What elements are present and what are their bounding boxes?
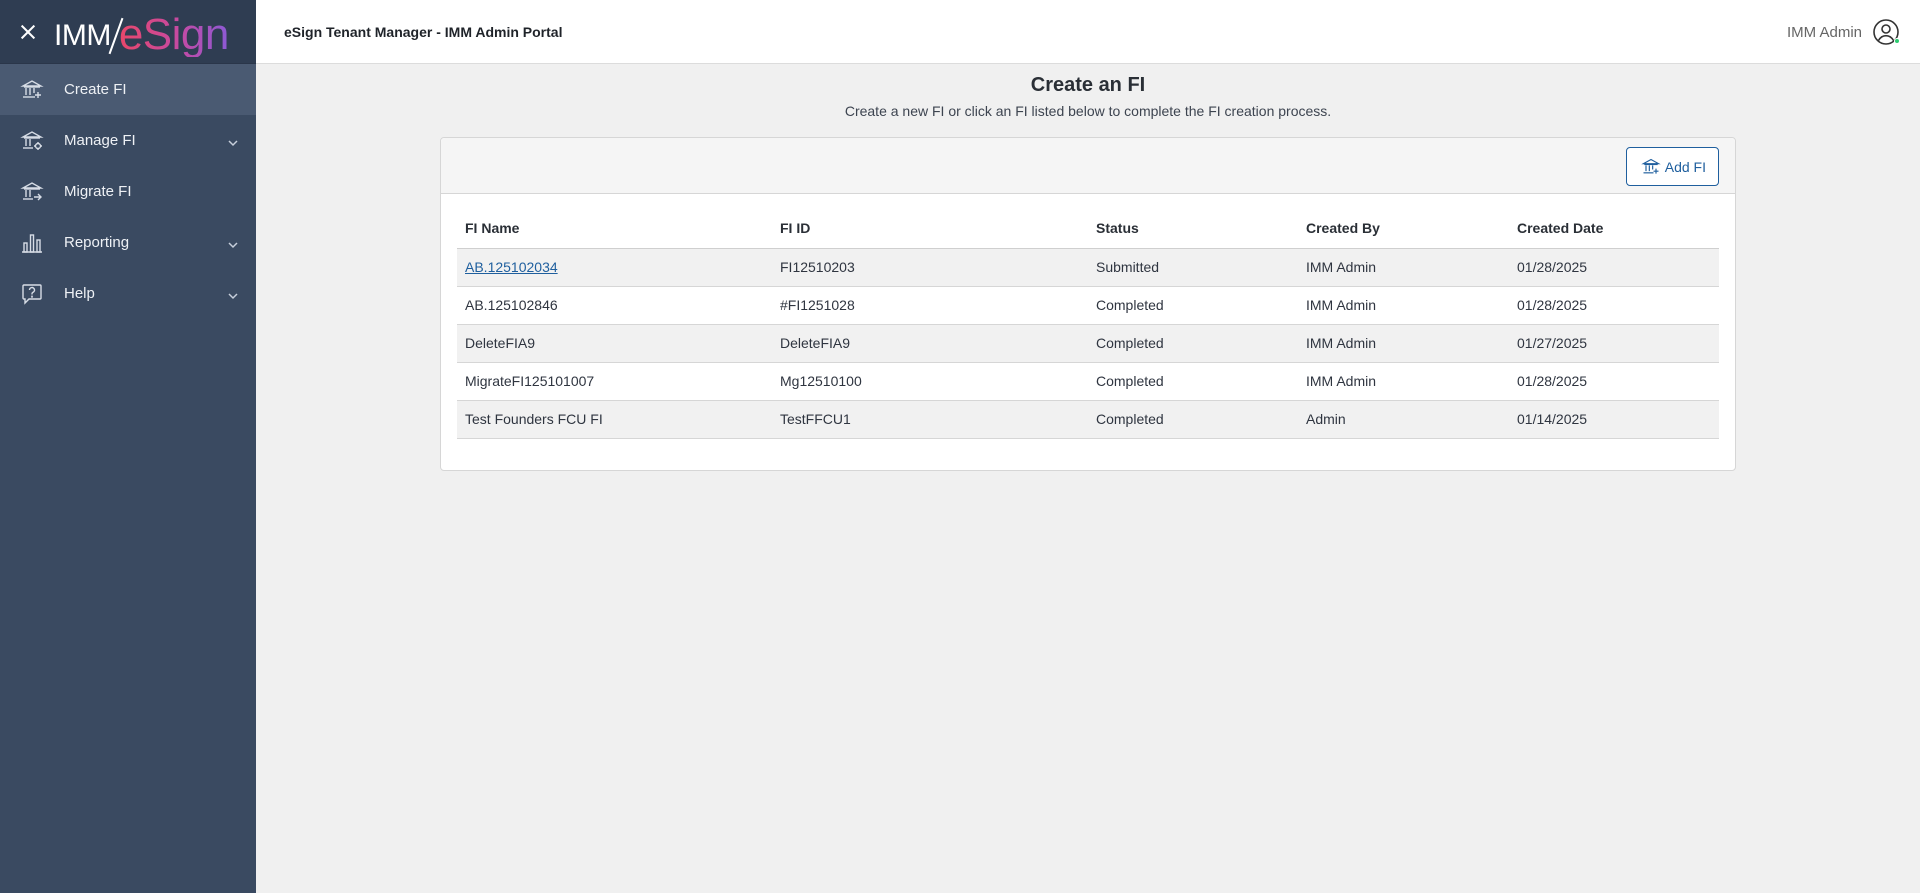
card-toolbar: Add FI — [441, 138, 1735, 194]
cell-fi-name: AB.125102846 — [457, 286, 772, 325]
bar-chart-icon — [20, 231, 44, 255]
cell-created-date: 01/28/2025 — [1509, 362, 1719, 401]
column-header-created-date[interactable]: Created Date — [1509, 209, 1719, 249]
cell-fi-id: FI12510203 — [772, 248, 1088, 287]
cell-fi-name: AB.125102034 — [457, 248, 772, 287]
sidebar-item-label: Migrate FI — [64, 183, 132, 200]
add-fi-label: Add FI — [1664, 158, 1706, 175]
column-header-fi-id[interactable]: FI ID — [772, 209, 1088, 249]
logo-imm-text: IMM — [54, 18, 111, 52]
bank-add-icon — [1640, 158, 1661, 174]
column-header-status[interactable]: Status — [1088, 209, 1298, 249]
cell-status: Submitted — [1088, 248, 1298, 287]
top-header: eSign Tenant Manager - IMM Admin Portal … — [256, 0, 1920, 64]
user-avatar-icon[interactable] — [1872, 18, 1900, 46]
sidebar-item-migrate-fi[interactable]: Migrate FI — [0, 166, 256, 217]
user-menu[interactable]: IMM Admin — [1787, 18, 1900, 46]
cell-fi-id: #FI1251028 — [772, 286, 1088, 325]
fi-table: FI Name FI ID Status Created By Created … — [457, 209, 1719, 439]
cell-status: Completed — [1088, 324, 1298, 363]
user-name: IMM Admin — [1786, 23, 1862, 41]
fi-name-link[interactable]: AB.125102034 — [465, 259, 558, 275]
cell-status: Completed — [1088, 400, 1298, 439]
help-bubble-icon — [20, 282, 44, 306]
sidebar: IMM eSign Create FI Manage FI Migrate FI… — [0, 0, 256, 893]
bank-settings-icon — [20, 129, 44, 153]
cell-created-by: IMM Admin — [1298, 324, 1509, 363]
bank-migrate-icon — [20, 180, 44, 204]
imm-esign-logo: IMM eSign — [54, 12, 229, 56]
chevron-down-icon[interactable] — [228, 135, 238, 147]
sidebar-item-label: Reporting — [64, 234, 130, 251]
logo-esign-text: eSign — [118, 9, 230, 59]
cell-created-date: 01/28/2025 — [1509, 286, 1719, 325]
cell-fi-name: DeleteFIA9 — [457, 324, 772, 363]
column-header-fi-name[interactable]: FI Name — [457, 209, 772, 249]
cell-created-by: IMM Admin — [1298, 362, 1509, 401]
chevron-down-icon[interactable] — [228, 237, 238, 249]
cell-created-by: IMM Admin — [1298, 286, 1509, 325]
table-row[interactable]: AB.125102846 #FI1251028 Completed IMM Ad… — [457, 286, 1719, 325]
sidebar-brand: IMM eSign — [0, 0, 256, 64]
cell-created-by: Admin — [1298, 400, 1509, 439]
cell-created-date: 01/27/2025 — [1509, 324, 1719, 363]
close-icon[interactable] — [20, 24, 36, 40]
chevron-down-icon[interactable] — [228, 288, 238, 300]
table-row[interactable]: AB.125102034 FI12510203 Submitted IMM Ad… — [457, 248, 1719, 287]
cell-status: Completed — [1088, 362, 1298, 401]
sidebar-item-label: Help — [64, 285, 95, 302]
add-fi-button[interactable]: Add FI — [1625, 147, 1719, 186]
cell-fi-id: Mg12510100 — [772, 362, 1088, 401]
cell-fi-id: DeleteFIA9 — [772, 324, 1088, 363]
bank-add-icon — [20, 78, 44, 102]
sidebar-item-label: Manage FI — [64, 132, 136, 149]
page-subtitle: Create a new FI or click an FI listed be… — [844, 103, 1332, 119]
sidebar-item-help[interactable]: Help — [0, 268, 256, 319]
table-row[interactable]: Test Founders FCU FI TestFFCU1 Completed… — [457, 400, 1719, 439]
page-title: Create an FI — [1030, 74, 1146, 96]
cell-fi-name: MigrateFI125101007 — [457, 362, 772, 401]
table-row[interactable]: DeleteFIA9 DeleteFIA9 Completed IMM Admi… — [457, 324, 1719, 363]
app-title: eSign Tenant Manager - IMM Admin Portal — [284, 23, 563, 40]
sidebar-item-label: Create FI — [64, 81, 127, 98]
cell-fi-id: TestFFCU1 — [772, 400, 1088, 439]
cell-status: Completed — [1088, 286, 1298, 325]
sidebar-item-reporting[interactable]: Reporting — [0, 217, 256, 268]
fi-list-card: Add FI FI Name FI ID Status Created By C… — [440, 137, 1736, 471]
table-row[interactable]: MigrateFI125101007 Mg12510100 Completed … — [457, 362, 1719, 401]
cell-fi-name: Test Founders FCU FI — [457, 400, 772, 439]
online-status-dot — [1894, 38, 1900, 44]
cell-created-date: 01/28/2025 — [1509, 248, 1719, 287]
table-header-row: FI Name FI ID Status Created By Created … — [457, 209, 1719, 249]
column-header-created-by[interactable]: Created By — [1298, 209, 1509, 249]
cell-created-by: IMM Admin — [1298, 248, 1509, 287]
sidebar-item-create-fi[interactable]: Create FI — [0, 64, 256, 115]
sidebar-item-manage-fi[interactable]: Manage FI — [0, 115, 256, 166]
cell-created-date: 01/14/2025 — [1509, 400, 1719, 439]
